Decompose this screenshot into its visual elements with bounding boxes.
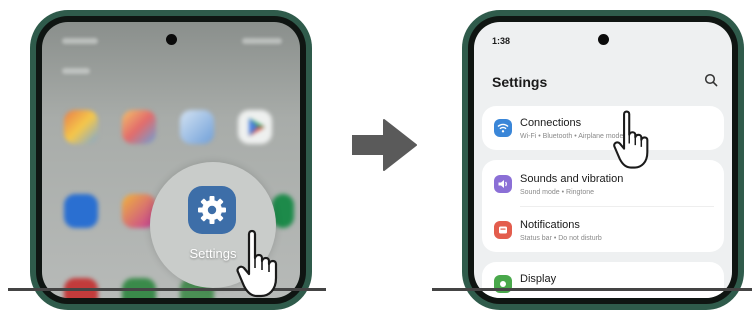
calendar-app-icon[interactable]	[180, 110, 214, 144]
gallery-app-icon[interactable]	[64, 110, 98, 144]
ground-line	[432, 288, 752, 291]
divider	[520, 206, 714, 207]
tap-hand-icon	[235, 228, 293, 305]
settings-item-notifications[interactable]: Notifications Status bar • Do not distur…	[482, 208, 724, 252]
status-time: 1:38	[492, 36, 511, 46]
settings-item-sounds[interactable]: Sounds and vibration Sound mode • Ringto…	[482, 162, 724, 206]
settings-item-display[interactable]: Display	[482, 262, 724, 298]
photos-app-icon[interactable]	[122, 110, 156, 144]
meet-app-icon[interactable]	[64, 194, 98, 228]
left-phone: Settings	[30, 10, 312, 310]
wifi-icon	[494, 119, 512, 137]
page-title: Settings	[492, 74, 548, 90]
speaker-icon	[494, 175, 512, 193]
search-icon[interactable]	[704, 73, 718, 92]
settings-screen: 1:38 Settings Connections Wi-Fi • Blueto…	[474, 22, 732, 298]
settings-card: Display	[482, 262, 724, 298]
settings-item-subtitle: Sound mode • Ringtone	[520, 189, 595, 196]
front-camera	[166, 34, 177, 45]
settings-item-subtitle: Wi-Fi • Bluetooth • Airplane mode	[520, 133, 624, 140]
settings-app-button[interactable]	[188, 186, 236, 234]
settings-item-title: Display	[520, 273, 557, 285]
play-store-app-icon[interactable]	[238, 110, 272, 144]
settings-card: Connections Wi-Fi • Bluetooth • Airplane…	[482, 106, 724, 150]
settings-item-title: Connections	[520, 117, 582, 129]
blurred-widget-text	[62, 68, 90, 74]
settings-item-title: Notifications	[520, 219, 580, 231]
settings-item-subtitle: Status bar • Do not disturb	[520, 235, 602, 242]
blurred-status-icons	[242, 38, 282, 44]
settings-card: Sounds and vibration Sound mode • Ringto…	[482, 160, 724, 252]
tap-hand-icon	[612, 108, 662, 177]
settings-item-connections[interactable]: Connections Wi-Fi • Bluetooth • Airplane…	[482, 106, 724, 150]
bell-icon	[494, 221, 512, 239]
right-arrow-icon	[351, 118, 418, 177]
front-camera	[598, 34, 609, 45]
gear-icon	[198, 196, 226, 224]
blurred-status-text	[62, 38, 98, 44]
settings-item-title: Sounds and vibration	[520, 173, 624, 185]
right-phone: 1:38 Settings Connections Wi-Fi • Blueto…	[462, 10, 744, 310]
